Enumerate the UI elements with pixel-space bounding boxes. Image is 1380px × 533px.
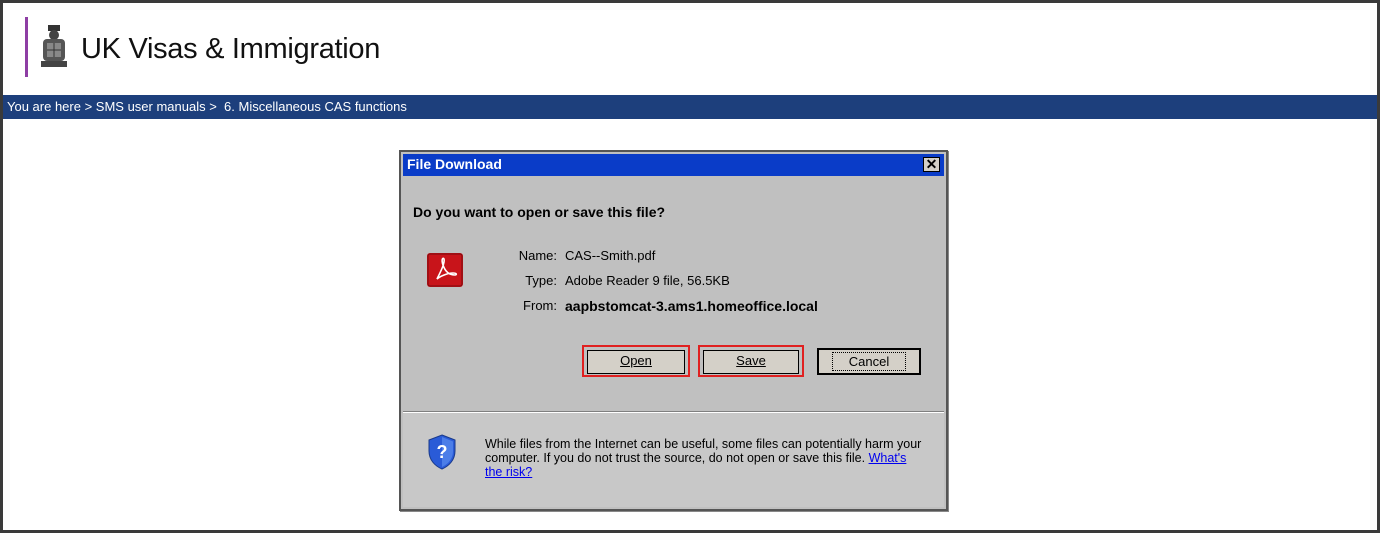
save-button-label: Save — [736, 353, 766, 368]
open-button-label: Open — [620, 353, 652, 368]
site-title: UK Visas & Immigration — [81, 33, 381, 65]
svg-text:?: ? — [437, 442, 448, 462]
breadcrumb-text: You are here > SMS user manuals > 6. Mis… — [7, 99, 407, 114]
file-source: aapbstomcat-3.ams1.homeoffice.local — [565, 298, 818, 314]
cancel-button-label: Cancel — [831, 352, 907, 371]
shield-question-icon: ? — [428, 434, 456, 470]
open-button[interactable]: Open — [587, 350, 685, 374]
site-header: UK Visas & Immigration — [3, 3, 1377, 93]
file-type: Adobe Reader 9 file, 56.5KB — [565, 273, 730, 288]
name-label: Name: — [518, 248, 557, 263]
breadcrumb: You are here > SMS user manuals > 6. Mis… — [3, 95, 1377, 119]
warning-text: While files from the Internet can be use… — [485, 437, 925, 479]
royal-crest-icon — [41, 25, 67, 67]
dialog-titlebar: File Download ✕ — [403, 154, 944, 176]
close-button[interactable]: ✕ — [923, 157, 940, 172]
from-label: From: — [523, 298, 557, 313]
warning-message: While files from the Internet can be use… — [485, 437, 922, 465]
dialog-title: File Download — [407, 156, 502, 172]
dialog-question: Do you want to open or save this file? — [413, 204, 666, 220]
brand-bar — [25, 17, 28, 77]
type-label: Type: — [525, 273, 557, 288]
file-download-dialog: File Download ✕ Do you want to open or s… — [399, 150, 948, 511]
page-frame: UK Visas & Immigration You are here > SM… — [0, 0, 1380, 533]
save-button[interactable]: Save — [703, 350, 799, 374]
cancel-button[interactable]: Cancel — [817, 348, 921, 375]
file-name: CAS--Smith.pdf — [565, 248, 656, 263]
pdf-icon — [427, 253, 463, 287]
